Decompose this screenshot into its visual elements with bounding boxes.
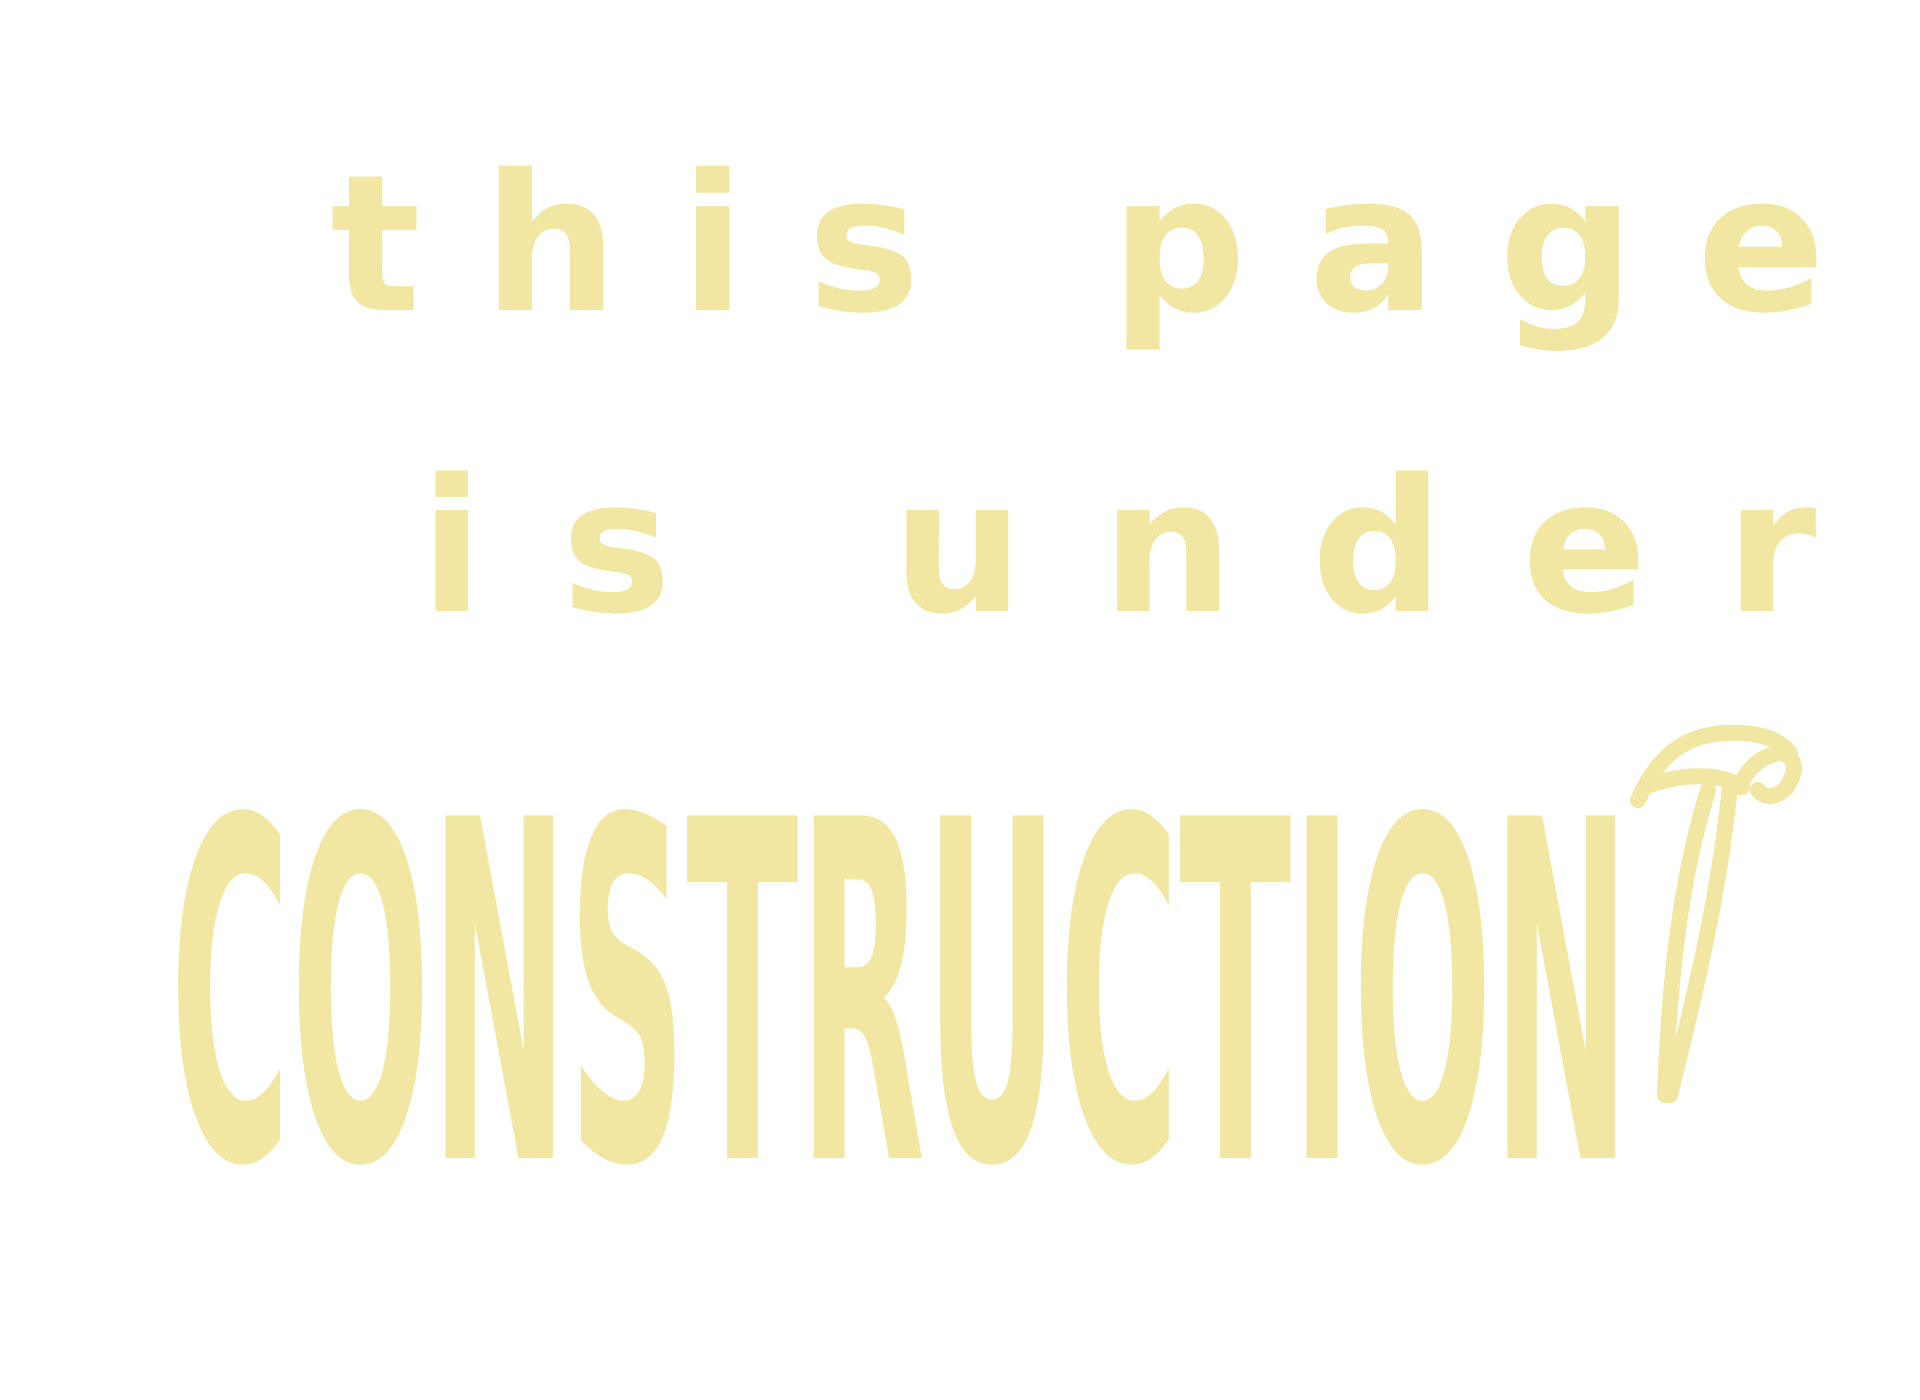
page-canvas: this page is under CONSTRUCTION [0, 0, 1920, 1400]
construction-wordmark: CONSTRUCTION [170, 738, 1630, 1218]
construction-text: CONSTRUCTION [170, 738, 1630, 1218]
pencil-icon [1630, 724, 1802, 1103]
headline-line-3: CONSTRUCTION [170, 700, 1790, 1218]
headline-line-1: this page [330, 134, 1888, 355]
headline-line-2: is under [420, 439, 1895, 655]
